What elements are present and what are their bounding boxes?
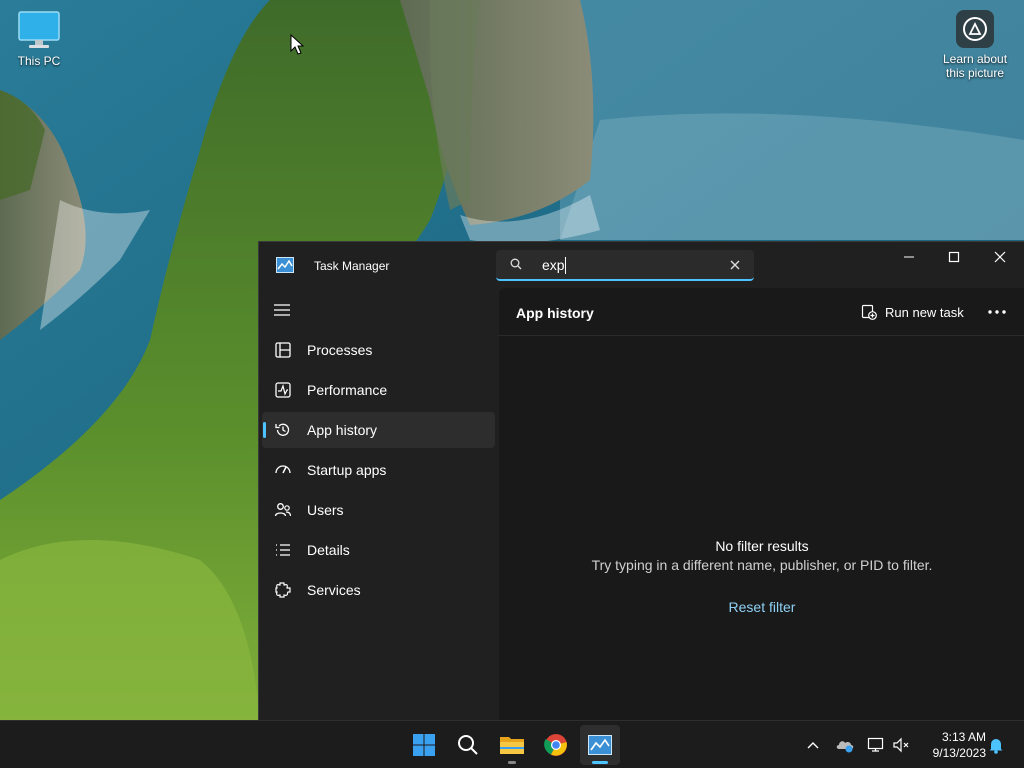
- nav-item-label: Services: [307, 582, 361, 598]
- processes-icon: [275, 342, 291, 358]
- running-indicator: [592, 761, 608, 764]
- details-icon: [276, 544, 290, 556]
- start-icon: [413, 734, 435, 756]
- show-hidden-icons-button[interactable]: [803, 735, 823, 755]
- maximize-button[interactable]: [931, 242, 977, 272]
- reset-filter-link[interactable]: Reset filter: [729, 599, 796, 615]
- task-manager-window: Task Manager exp Processes Performance A…: [258, 241, 1024, 721]
- nav-item-users[interactable]: Users: [262, 492, 495, 528]
- file-explorer-icon: [500, 737, 524, 754]
- volume-muted-icon: [893, 737, 909, 753]
- run-new-task-icon: [861, 304, 877, 320]
- minimize-button[interactable]: [886, 242, 932, 272]
- close-button[interactable]: [977, 242, 1023, 272]
- learn-about-picture-label: Learn about this picture: [942, 52, 1008, 80]
- this-pc-desktop-icon[interactable]: This PC: [8, 10, 70, 68]
- nav-item-label: Details: [307, 542, 350, 558]
- nav-item-label: Startup apps: [307, 462, 387, 478]
- main-content: App history Run new task No filter resul…: [499, 288, 1024, 721]
- running-indicator: [508, 761, 516, 764]
- task-manager-taskbar-button[interactable]: [580, 725, 620, 765]
- window-title: Task Manager: [314, 259, 390, 273]
- empty-state-title: No filter results: [715, 538, 809, 554]
- run-new-task-label: Run new task: [885, 304, 964, 320]
- onedrive-icon: [836, 741, 854, 753]
- close-icon: [994, 251, 1006, 263]
- network-tray-button[interactable]: [866, 735, 886, 755]
- page-title: App history: [516, 305, 594, 321]
- startup-icon: [275, 465, 291, 474]
- more-options-button[interactable]: [985, 300, 1009, 324]
- clock-date: 9/13/2023: [932, 746, 986, 760]
- taskbar-search-button[interactable]: [448, 725, 488, 765]
- performance-icon: [275, 382, 291, 398]
- task-manager-icon: [588, 735, 612, 755]
- run-new-task-button[interactable]: Run new task: [861, 300, 964, 324]
- nav-item-services[interactable]: Services: [262, 572, 495, 608]
- start-button[interactable]: [404, 725, 444, 765]
- empty-state: No filter results Try typing in a differ…: [499, 538, 1024, 617]
- maximize-icon: [948, 251, 960, 263]
- active-indicator: [263, 422, 266, 438]
- monitor-icon: [18, 11, 60, 48]
- minimize-icon: [904, 256, 914, 258]
- users-icon: [274, 503, 292, 517]
- chrome-icon: [544, 734, 567, 756]
- mouse-pointer-icon: [290, 33, 305, 61]
- services-icon: [275, 582, 291, 598]
- onedrive-tray-button[interactable]: [835, 735, 855, 755]
- search-input[interactable]: [542, 256, 722, 274]
- nav-item-processes[interactable]: Processes: [262, 332, 495, 368]
- clock-time: 3:13 AM: [941, 730, 986, 744]
- chrome-button[interactable]: [536, 725, 576, 765]
- this-pc-label: This PC: [17, 54, 61, 68]
- task-manager-app-icon: [276, 257, 294, 273]
- nav-item-label: App history: [307, 422, 378, 438]
- nav-item-label: Performance: [307, 382, 388, 398]
- search-box[interactable]: [496, 250, 754, 281]
- nav-item-performance[interactable]: Performance: [262, 372, 495, 408]
- network-icon: [867, 737, 884, 752]
- notifications-button[interactable]: [986, 735, 1006, 755]
- content-header: App history Run new task: [499, 288, 1024, 336]
- nav-item-app-history[interactable]: App history: [262, 412, 495, 448]
- camera-info-icon: [956, 10, 994, 48]
- navigation-sidebar: Processes Performance App history Startu…: [259, 288, 497, 721]
- title-bar[interactable]: Task Manager: [259, 242, 1024, 288]
- nav-item-details[interactable]: Details: [262, 532, 495, 568]
- search-icon: [510, 258, 522, 270]
- taskbar: 3:13 AM 9/13/2023: [0, 720, 1024, 768]
- nav-item-startup-apps[interactable]: Startup apps: [262, 452, 495, 488]
- nav-item-label: Users: [307, 502, 344, 518]
- empty-state-subtitle: Try typing in a different name, publishe…: [591, 557, 933, 573]
- text-caret: [565, 257, 566, 274]
- chevron-up-icon: [807, 742, 819, 749]
- nav-item-label: Processes: [307, 342, 373, 358]
- hamburger-menu-icon[interactable]: [273, 302, 291, 318]
- search-icon: [458, 735, 478, 755]
- more-options-icon: [988, 310, 1006, 314]
- taskbar-clock[interactable]: 3:13 AM 9/13/2023: [920, 729, 986, 761]
- volume-tray-button[interactable]: [891, 735, 911, 755]
- history-icon: [275, 423, 290, 436]
- learn-about-picture-desktop-icon[interactable]: Learn about this picture: [938, 10, 1012, 80]
- bell-icon: [989, 739, 1003, 754]
- clear-search-icon[interactable]: [728, 258, 742, 272]
- file-explorer-button[interactable]: [492, 725, 532, 765]
